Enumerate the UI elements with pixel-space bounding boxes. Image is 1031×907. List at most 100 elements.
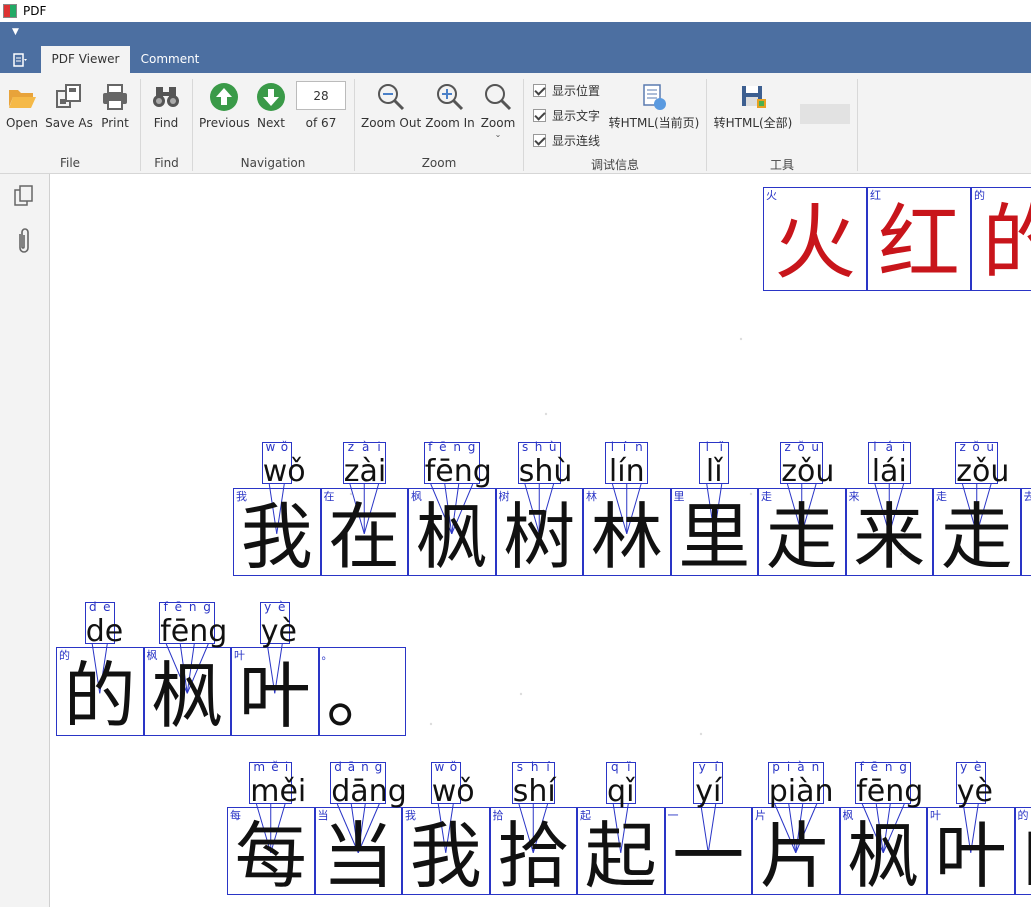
- pinyin-letter: i: [284, 760, 289, 774]
- page-number-input[interactable]: [296, 81, 346, 110]
- save-as-icon: [56, 84, 81, 108]
- next-page-button[interactable]: Next: [253, 79, 289, 131]
- app-icon: [3, 4, 17, 18]
- pinyin-text: wǒ: [262, 454, 306, 489]
- pinyin-letter: è: [277, 600, 286, 614]
- pinyin-text: zǒu: [781, 454, 835, 489]
- pinyin-letter: n: [361, 760, 369, 774]
- pinyin-box: y í yí: [693, 760, 724, 809]
- document-view[interactable]: 火火红红的的我我在在枫枫树树林林里里走走来来走走去去wǒwǒzàizàifēng…: [51, 174, 1031, 907]
- zoom-out-button[interactable]: Zoom Out: [361, 79, 421, 131]
- show-position-checkbox[interactable]: 显示位置: [533, 81, 600, 99]
- pinyin-text: wǒ: [431, 774, 475, 809]
- qat-dropdown-icon[interactable]: ▼: [12, 27, 19, 37]
- checkbox-checked-icon: [533, 108, 546, 122]
- pinyin-letter: ě: [271, 760, 279, 774]
- print-button[interactable]: Print: [98, 79, 132, 131]
- pinyin-box: f ē n g fēng: [855, 760, 923, 809]
- char-glyph: 枫: [847, 814, 920, 898]
- pinyin-letter: g: [203, 600, 211, 614]
- file-group-label: File: [59, 156, 81, 170]
- char-box: 我我: [402, 807, 490, 898]
- pinyin-letter: f: [859, 760, 864, 774]
- to-html-current-button[interactable]: 转HTML(当前页): [606, 79, 702, 131]
- save-disk-icon: [742, 86, 766, 108]
- char-glyph: 枫: [151, 654, 224, 738]
- page-thumbnails-icon[interactable]: [12, 184, 36, 211]
- pinyin-text: yí: [695, 774, 722, 809]
- tab-comment[interactable]: Comment: [134, 46, 206, 73]
- pinyin-letter: g: [467, 440, 476, 454]
- char-glyph: 树: [503, 495, 576, 579]
- pinyin-letter: n: [635, 440, 643, 454]
- quick-access-toolbar: ▼: [0, 22, 1031, 44]
- pinyin-box: f ē n g fēng: [159, 600, 227, 649]
- pinyin-letter: y: [960, 760, 968, 774]
- pinyin-letter: á: [885, 440, 893, 454]
- to-html-all-button[interactable]: 转HTML(全部): [711, 79, 795, 131]
- attachment-icon[interactable]: [14, 226, 34, 259]
- pinyin-letters: fēng: [425, 440, 479, 454]
- pinyin-letters: zǒu: [956, 440, 997, 454]
- char-glyph: 里: [678, 495, 751, 579]
- pinyin-box: z ǒ u zǒu: [955, 440, 1009, 489]
- show-lines-checkbox[interactable]: 显示连线: [533, 131, 600, 149]
- pinyin-letter: f: [428, 440, 433, 454]
- pinyin-text: shù: [518, 454, 573, 489]
- pinyin-box: d e de: [84, 600, 123, 649]
- char-box: 里里: [670, 488, 758, 579]
- pinyin-box: s h í shí: [511, 760, 556, 809]
- char-box: 起起: [577, 807, 665, 898]
- show-text-checkbox[interactable]: 显示文字: [533, 106, 600, 124]
- pinyin-letter: g: [899, 760, 907, 774]
- pinyin-letters: yè: [957, 760, 985, 774]
- open-button[interactable]: Open: [4, 79, 40, 131]
- pinyin-letter: í: [714, 760, 718, 774]
- pinyin-letter: n: [453, 440, 461, 454]
- find-group-label: Find: [154, 156, 179, 170]
- pinyin-letter: z: [959, 440, 966, 454]
- pinyin-letters: wǒ: [263, 440, 291, 454]
- arrow-down-icon: [257, 83, 285, 111]
- pinyin-letter: w: [265, 440, 276, 454]
- pinyin-box: d ā n g dāng: [330, 760, 407, 809]
- pinyin-text: fēng: [856, 774, 924, 809]
- pinyin-letters: qǐ: [607, 760, 635, 774]
- pinyin-letter: z: [784, 440, 791, 454]
- zoom-dropdown-button[interactable]: Zoom ⌄: [479, 79, 517, 139]
- pinyin-box: z à i zài: [342, 440, 386, 489]
- pinyin-letter: ā: [347, 760, 356, 774]
- pinyin-letter: n: [188, 600, 197, 614]
- find-button[interactable]: Find: [146, 79, 186, 131]
- char-box: 走走: [933, 488, 1021, 579]
- pinyin-letter: ǒ: [449, 760, 458, 774]
- pinyin-letters: de: [86, 600, 114, 614]
- char-glyph: 红: [877, 196, 960, 291]
- pinyin-letter: u: [811, 440, 819, 454]
- char-box: 走走: [758, 488, 846, 579]
- pinyin-letter: ǒ: [280, 440, 289, 454]
- previous-page-button[interactable]: Previous: [199, 79, 250, 131]
- pinyin-letter: d: [334, 760, 342, 774]
- char-box: 红红: [867, 187, 971, 291]
- char-glyph: 来: [853, 495, 926, 579]
- char-box: 枫枫: [143, 647, 231, 738]
- pinyin-text: zài: [343, 454, 387, 489]
- pinyin-box: y è yè: [955, 760, 993, 809]
- zoom-icon: [485, 84, 512, 111]
- pinyin-letters: měi: [250, 760, 291, 774]
- pinyin-letter: ǒ: [972, 440, 980, 454]
- zoom-in-button[interactable]: Zoom In: [425, 79, 475, 131]
- pinyin-text: lǐ: [705, 454, 723, 489]
- save-as-button[interactable]: Save As: [45, 79, 93, 131]
- char-glyph: 叶: [238, 654, 311, 738]
- pinyin-letter: ǒ: [797, 440, 805, 454]
- pinyin-letter: ù: [548, 440, 557, 454]
- scan-speck: [429, 722, 433, 726]
- checkbox-checked-icon: [533, 133, 546, 147]
- pinyin-letters: yè: [261, 600, 289, 614]
- pinyin-letters: zǒu: [781, 440, 822, 454]
- tab-pdf-viewer[interactable]: PDF Viewer: [41, 46, 130, 73]
- app-menu-button[interactable]: [6, 46, 34, 73]
- pinyin-box: w ǒ wǒ: [261, 440, 306, 489]
